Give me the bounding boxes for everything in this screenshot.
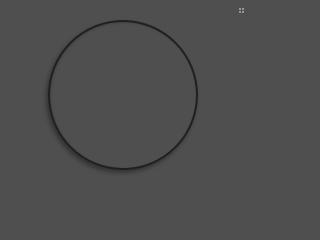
grid-icon-cell: [242, 11, 244, 13]
grid-icon[interactable]: [239, 8, 245, 13]
canvas[interactable]: [0, 0, 247, 206]
grid-icon-cell: [242, 8, 244, 10]
circle-outline: [48, 20, 198, 170]
grid-icon-cell: [239, 8, 241, 10]
grid-icon-cell: [239, 11, 241, 13]
